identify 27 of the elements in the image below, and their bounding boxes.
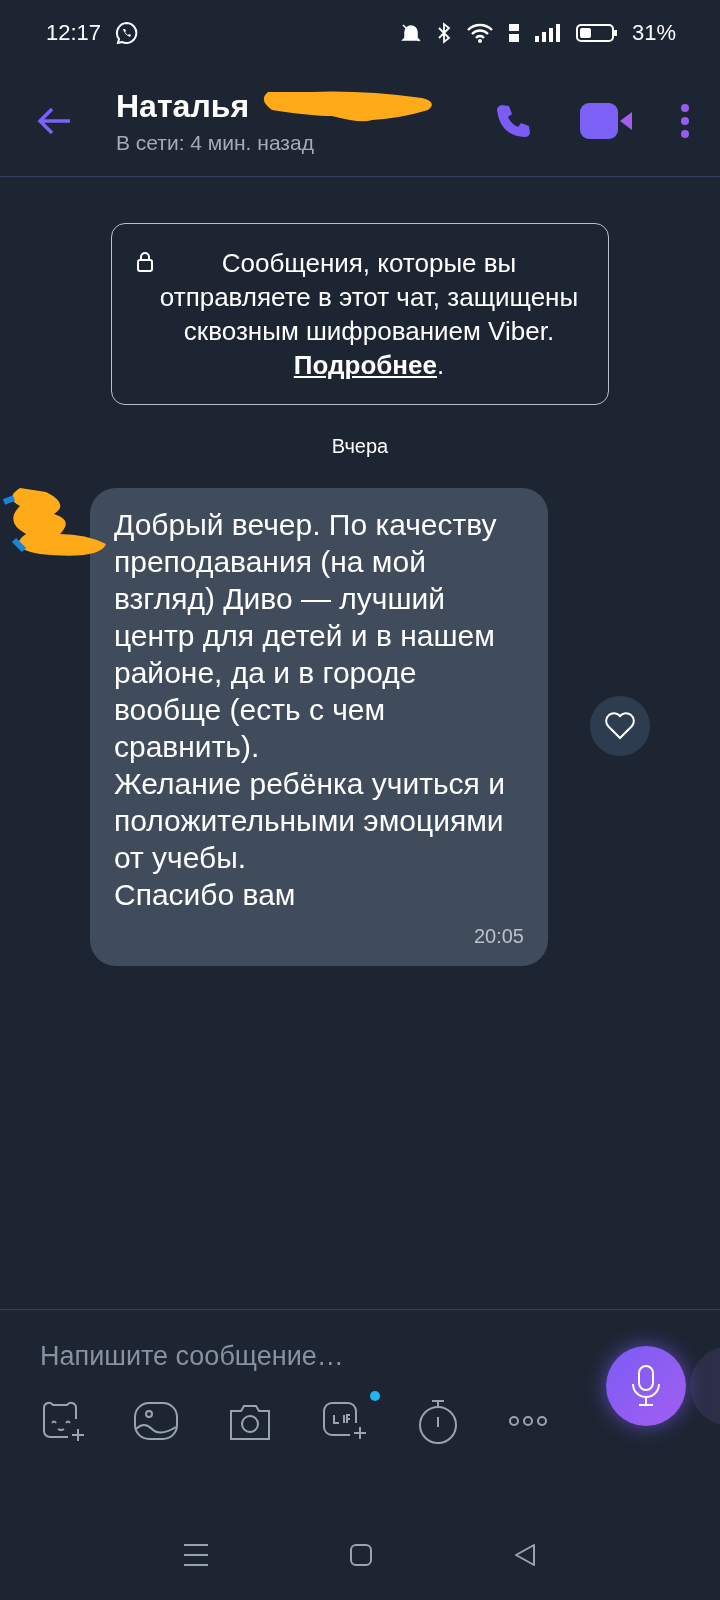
menu-icon[interactable] [183,1543,209,1567]
notice-text: Сообщения, которые вы отправляете в этот чат, защищены сквозным шифрованием Viber. Подробнее. [158,247,580,382]
more-info-link[interactable]: Подробнее [293,350,437,380]
message-time: 20:05 [473,925,524,948]
lock-icon [136,252,154,272]
voice-message-button[interactable] [606,1346,686,1426]
message-text: Добрый вечер. По качеству преподавания (на мой взгляд) Диво — лучший центр для детей и в нашем районе, да и в городе вообще (есть с чем сравнить). Желание ребёнка учиться и положительными эмоциями от учебы. Спасибо вам [114,507,506,913]
online-status: В сети: 4 мин. назад [116,130,315,155]
wifi-icon [465,22,494,44]
back-icon[interactable] [513,1543,537,1567]
video-call-icon[interactable] [580,103,634,139]
contact-name: Наталья [116,87,250,125]
message-input[interactable]: Напишите сообщение… [38,1340,542,1373]
heart-icon [604,712,636,740]
home-icon[interactable] [349,1543,373,1567]
battery-icon [575,22,618,44]
back-arrow-icon[interactable] [36,106,72,136]
signal-icon [533,22,562,44]
microphone-icon [629,1364,663,1408]
phone-icon[interactable] [494,102,532,140]
bell-muted-icon [399,22,422,44]
bluetooth-icon [435,22,452,44]
battery-percent: 31% [631,20,676,46]
more-menu-icon[interactable] [680,103,690,139]
clock-time: 12:17 [46,20,102,46]
date-separator: Вчера [330,435,390,458]
more-icon [508,1415,548,1427]
